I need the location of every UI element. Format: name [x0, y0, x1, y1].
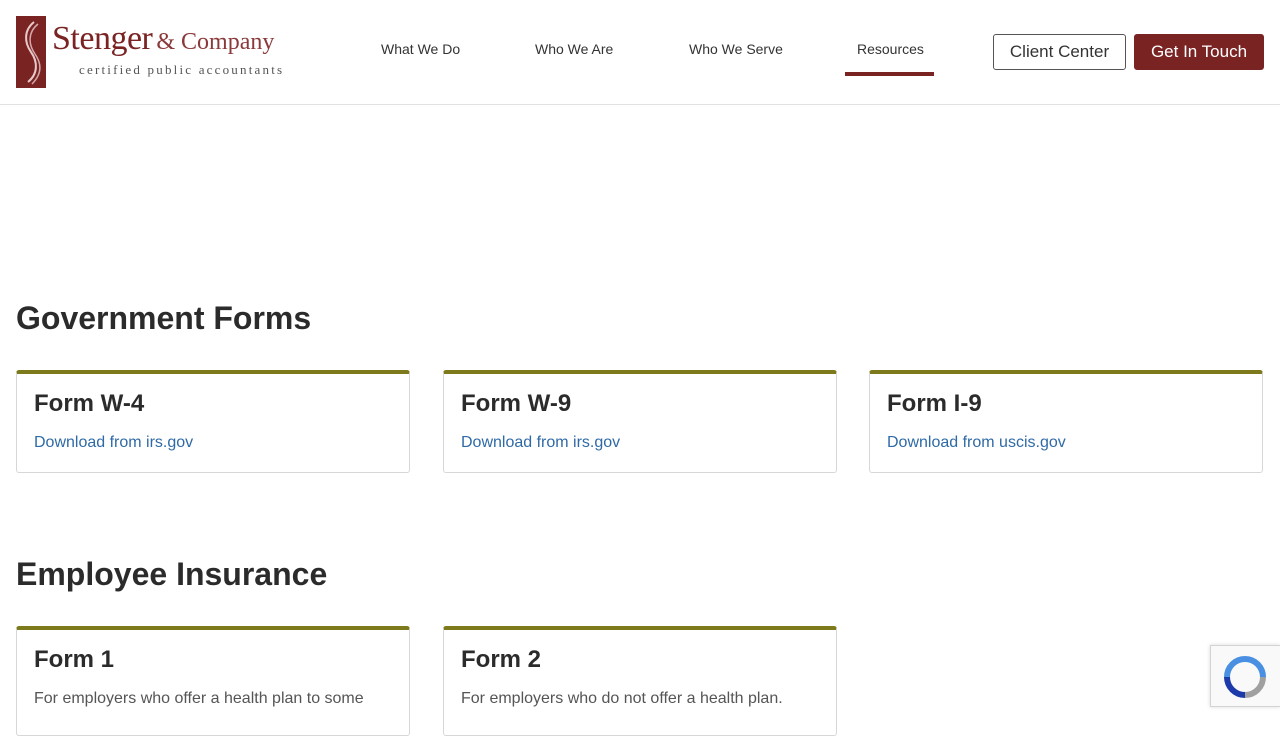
nav-item-who-we-are[interactable]: Who We Are	[535, 41, 613, 57]
site-header: Stenger & Company certified public accoun…	[0, 0, 1280, 105]
section-title-government-forms: Government Forms	[16, 300, 312, 336]
card-title: Form W-4	[34, 390, 145, 417]
form-card: Form I-9 Download from uscis.gov	[869, 370, 1263, 473]
section-title-employee-insurance: Employee Insurance	[16, 556, 328, 592]
card-title: Form 2	[461, 646, 542, 673]
form-card: Form W-9 Download from irs.gov	[443, 370, 837, 473]
nav-item-who-we-serve[interactable]: Who We Serve	[689, 41, 783, 57]
download-link[interactable]: Download from irs.gov	[461, 434, 620, 452]
download-link[interactable]: Download from uscis.gov	[887, 434, 1066, 452]
download-link[interactable]: Download from irs.gov	[34, 434, 193, 452]
card-title: Form 1	[34, 646, 115, 673]
card-title: Form I-9	[887, 390, 982, 417]
recaptcha-badge[interactable]	[1210, 645, 1280, 707]
card-description: For employers who do not offer a health …	[461, 690, 783, 707]
card-title: Form W-9	[461, 390, 572, 417]
recaptcha-icon	[1224, 656, 1266, 698]
card-description: For employers who offer a health plan to…	[34, 690, 364, 707]
active-nav-indicator	[845, 72, 934, 76]
get-in-touch-button[interactable]: Get In Touch	[1134, 34, 1264, 70]
nav-item-what-we-do[interactable]: What We Do	[381, 41, 460, 57]
form-card: Form W-4 Download from irs.gov	[16, 370, 410, 473]
nav-item-resources[interactable]: Resources	[857, 41, 924, 57]
client-center-button[interactable]: Client Center	[993, 34, 1126, 70]
